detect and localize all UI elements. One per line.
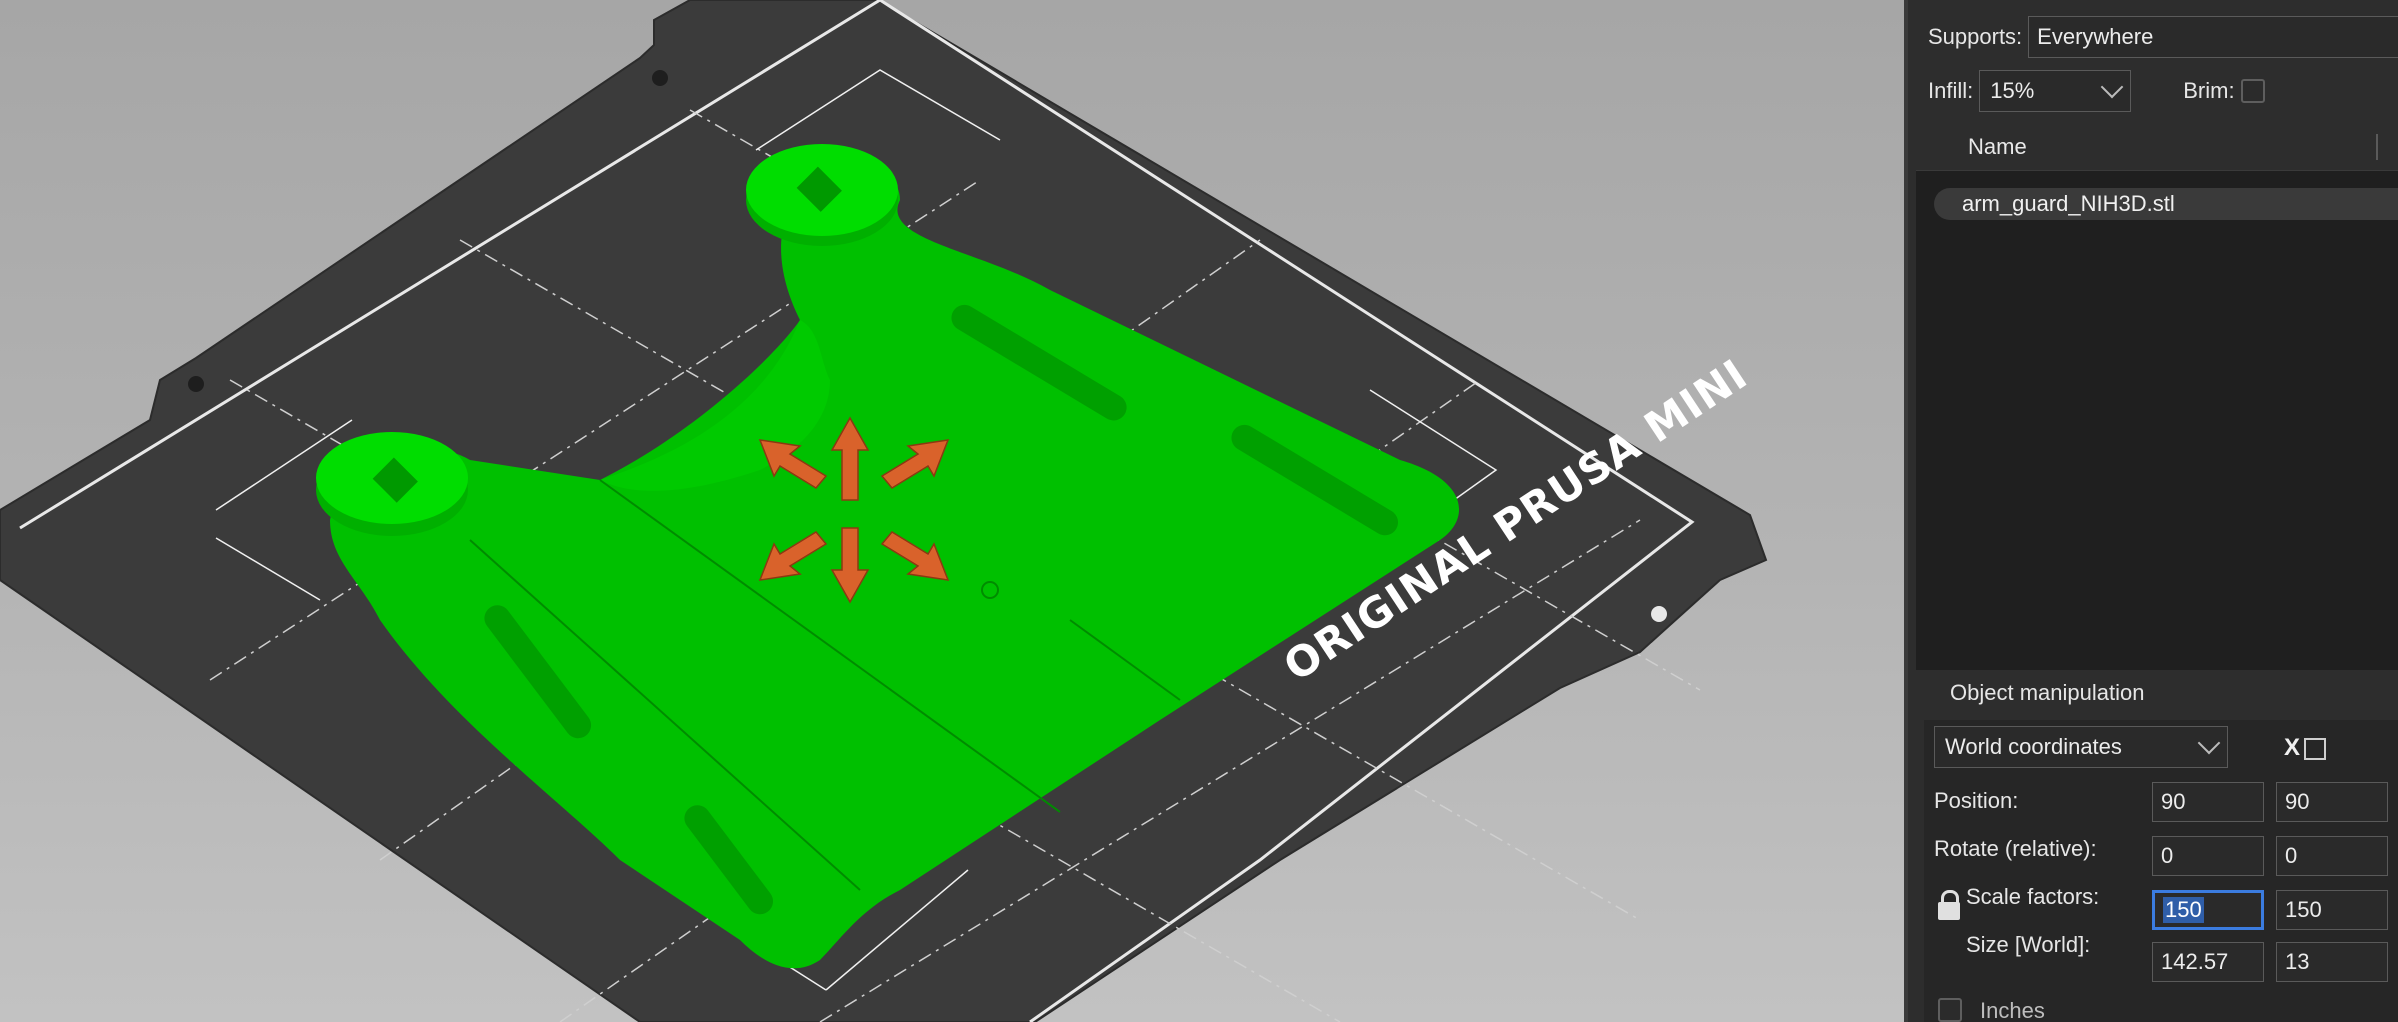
drop-to-bed-icon[interactable] bbox=[2304, 738, 2326, 760]
brim-label: Brim: bbox=[2183, 78, 2235, 103]
object-list[interactable]: Name arm_guard_NIH3D.stl bbox=[1916, 122, 2398, 670]
scale-x-value: 150 bbox=[2163, 897, 2204, 923]
infill-row: Infill: 15% Brim: bbox=[1928, 70, 2265, 112]
chevron-down-icon bbox=[2197, 731, 2221, 755]
lock-icon[interactable] bbox=[1938, 890, 1960, 920]
infill-value: 15% bbox=[1990, 78, 2035, 103]
brim-checkbox[interactable] bbox=[2240, 79, 2265, 103]
rotate-x-value: 0 bbox=[2161, 843, 2174, 868]
bed-hole bbox=[188, 376, 204, 392]
name-column-header[interactable]: Name bbox=[1968, 134, 2027, 160]
rotate-y-input[interactable]: 0 bbox=[2276, 836, 2388, 876]
coordinates-select[interactable]: World coordinates bbox=[1934, 726, 2228, 768]
supports-label: Supports: bbox=[1928, 24, 2023, 49]
position-y-value: 90 bbox=[2285, 789, 2310, 814]
object-manipulation-title: Object manipulation bbox=[1950, 680, 2145, 705]
position-x-input[interactable]: 90 bbox=[2152, 782, 2264, 822]
chevron-down-icon bbox=[2100, 75, 2124, 99]
column-divider bbox=[2376, 134, 2378, 160]
object-manipulation-panel: World coordinates X Position: 90 90 Rota… bbox=[1924, 720, 2398, 1022]
position-y-input[interactable]: 90 bbox=[2276, 782, 2388, 822]
inches-label: Inches bbox=[1980, 998, 2045, 1022]
scene-canvas[interactable] bbox=[0, 0, 1904, 1022]
lock-shackle bbox=[1941, 890, 1959, 905]
scale-label: Scale factors: bbox=[1966, 884, 2100, 909]
scale-x-input[interactable]: 150 bbox=[2152, 890, 2264, 930]
rotate-y-value: 0 bbox=[2285, 843, 2298, 868]
scale-y-input[interactable]: 150 bbox=[2276, 890, 2388, 930]
bed-hole bbox=[1651, 606, 1667, 622]
bed-hole bbox=[652, 70, 668, 86]
position-label: Position: bbox=[1934, 788, 2019, 813]
size-label: Size [World]: bbox=[1966, 932, 2091, 957]
size-y-input[interactable]: 13 bbox=[2276, 942, 2388, 982]
scale-y-value: 150 bbox=[2285, 897, 2322, 922]
inches-checkbox[interactable] bbox=[1938, 998, 1962, 1022]
object-list-header: Name bbox=[1916, 122, 2398, 171]
coordinates-value: World coordinates bbox=[1945, 734, 2122, 759]
axis-x-label: X bbox=[2284, 734, 2301, 761]
right-sidebar: Supports: Everywhere Infill: 15% Brim: N… bbox=[1904, 0, 2398, 1022]
size-x-value: 142.57 bbox=[2161, 949, 2229, 974]
rotate-x-input[interactable]: 0 bbox=[2152, 836, 2264, 876]
supports-select[interactable]: Everywhere bbox=[2028, 16, 2398, 58]
object-list-item[interactable]: arm_guard_NIH3D.stl bbox=[1934, 188, 2398, 220]
3d-viewport[interactable]: ORIGINAL PRUSA MINI bbox=[0, 0, 1904, 1022]
infill-select[interactable]: 15% bbox=[1979, 70, 2132, 112]
position-x-value: 90 bbox=[2161, 789, 2186, 814]
infill-label: Infill: bbox=[1928, 78, 1974, 103]
supports-value: Everywhere bbox=[2037, 24, 2154, 49]
supports-row: Supports: Everywhere bbox=[1928, 16, 2398, 58]
object-name: arm_guard_NIH3D.stl bbox=[1962, 191, 2175, 216]
size-x-input[interactable]: 142.57 bbox=[2152, 942, 2264, 982]
rotate-label: Rotate (relative): bbox=[1934, 836, 2097, 861]
size-y-value: 13 bbox=[2285, 949, 2310, 974]
